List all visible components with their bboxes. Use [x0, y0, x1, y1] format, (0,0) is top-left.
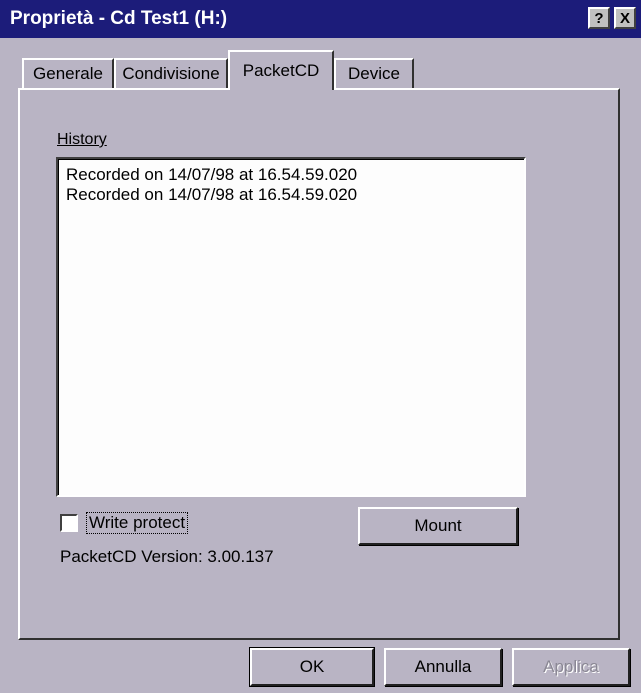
version-label: PacketCD Version: 3.00.137 — [60, 547, 274, 566]
tab-packetcd[interactable]: PacketCD — [228, 50, 334, 90]
ok-button[interactable]: OK — [249, 647, 375, 687]
history-listbox[interactable]: Recorded on 14/07/98 at 16.54.59.020 Rec… — [56, 157, 526, 497]
tab-generale[interactable]: Generale — [22, 58, 114, 88]
title-bar[interactable]: Proprietà - Cd Test1 (H:) ? X — [0, 0, 641, 38]
list-item[interactable]: Recorded on 14/07/98 at 16.54.59.020 — [66, 165, 357, 185]
write-protect-checkbox[interactable] — [60, 514, 78, 532]
window-title: Proprietà - Cd Test1 (H:) — [10, 8, 228, 29]
close-icon[interactable]: X — [614, 7, 636, 29]
history-label: History — [57, 131, 107, 149]
mount-button[interactable]: Mount — [358, 507, 518, 545]
properties-dialog: Proprietà - Cd Test1 (H:) ? X Generale C… — [0, 0, 641, 693]
tab-device[interactable]: Device — [334, 58, 414, 88]
list-item[interactable]: Recorded on 14/07/98 at 16.54.59.020 — [66, 185, 357, 205]
write-protect-label[interactable]: Write protect — [86, 512, 189, 534]
apply-button[interactable]: Applica — [512, 648, 630, 686]
tab-condivisione[interactable]: Condivisione — [114, 58, 228, 88]
cancel-button[interactable]: Annulla — [384, 648, 502, 686]
help-icon[interactable]: ? — [588, 7, 610, 29]
history-label-text: History — [57, 131, 107, 148]
